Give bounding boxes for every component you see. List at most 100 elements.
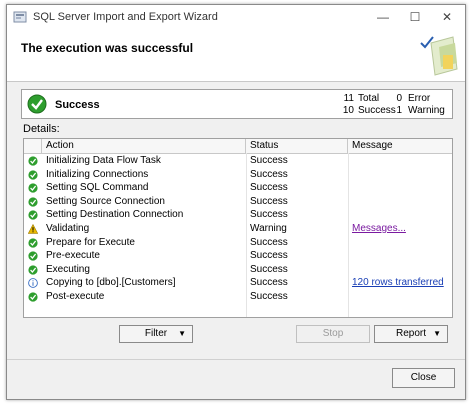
stop-button[interactable]: Stop <box>296 325 370 343</box>
status-cell: Success <box>250 250 288 262</box>
wizard-banner-icon <box>420 36 458 76</box>
summary-counts-left: 11 10 <box>340 93 354 117</box>
details-grid: Action Status Message Initializing Data … <box>23 138 453 318</box>
message-cell[interactable]: Messages... <box>348 222 452 236</box>
message-cell[interactable]: 120 rows transferred <box>348 276 452 290</box>
action-cell: Post-execute <box>46 291 105 302</box>
table-row[interactable]: Setting Source Connection Success <box>24 195 452 209</box>
success-icon <box>28 156 38 166</box>
message-cell <box>348 195 452 209</box>
column-header-status[interactable]: Status <box>246 139 348 153</box>
status-cell: Success <box>250 236 288 248</box>
page-title: The execution was successful <box>21 41 194 55</box>
close-button[interactable]: Close <box>392 368 455 388</box>
success-label: Success <box>358 105 396 116</box>
action-cell: Setting Source Connection <box>46 195 165 207</box>
error-label: Error <box>408 93 431 104</box>
status-cell: Success <box>250 168 288 180</box>
caret-down-icon: ▼ <box>433 329 441 338</box>
status-cell: Success <box>250 182 288 194</box>
window-title: SQL Server Import and Export Wizard <box>33 11 218 23</box>
total-label: Total <box>358 93 380 104</box>
error-count: 0 <box>396 93 402 104</box>
report-button-label: Report <box>395 328 426 339</box>
table-row[interactable]: Validating Warning Messages... <box>24 222 452 236</box>
success-icon <box>28 237 38 248</box>
grid-header: Action Status Message <box>24 139 452 154</box>
success-icon <box>28 169 38 180</box>
maximize-icon[interactable]: ☐ <box>401 7 429 27</box>
total-count: 11 <box>343 93 354 104</box>
filter-button-label: Filter <box>144 328 168 339</box>
message-cell <box>348 154 452 168</box>
close-button-label: Close <box>410 372 437 383</box>
action-cell: Copying to [dbo].[Customers] <box>46 277 176 289</box>
summary-labels-right: Error Warning <box>408 93 445 117</box>
action-cell: Validating <box>46 223 90 234</box>
report-button[interactable]: Report ▼ <box>374 325 448 343</box>
message-link[interactable]: 120 rows transferred <box>352 277 444 288</box>
warning-icon <box>28 224 38 234</box>
action-cell: Prepare for Execute <box>46 236 135 248</box>
success-icon <box>28 183 38 193</box>
message-cell <box>348 290 452 304</box>
details-label: Details: <box>23 123 60 135</box>
column-header-message[interactable]: Message <box>348 139 452 153</box>
table-row[interactable]: Copying to [dbo].[Customers] Success 120 r… <box>24 276 452 290</box>
success-icon <box>28 292 38 302</box>
message-cell <box>348 181 452 195</box>
success-icon <box>28 197 38 207</box>
message-cell <box>348 236 452 250</box>
status-cell: Warning <box>250 223 287 234</box>
message-cell <box>348 168 452 182</box>
table-row[interactable]: Pre-execute Success <box>24 249 452 263</box>
status-cell: Success <box>250 195 288 207</box>
status-cell: Success <box>250 263 288 275</box>
table-row[interactable]: Executing Success <box>24 263 452 277</box>
wizard-header: The execution was successful <box>7 29 465 82</box>
header-icon-column <box>24 139 42 153</box>
message-cell <box>348 249 452 263</box>
message-cell <box>348 263 452 277</box>
message-cell <box>348 208 452 222</box>
summary-counts-right: 0 1 <box>394 93 402 117</box>
success-icon <box>28 210 38 220</box>
table-row[interactable]: Prepare for Execute Success <box>24 236 452 250</box>
close-window-icon[interactable]: ✕ <box>433 7 461 27</box>
info-icon <box>28 278 38 289</box>
column-header-action[interactable]: Action <box>42 139 246 153</box>
success-icon <box>28 265 38 275</box>
success-large-icon <box>27 94 47 114</box>
message-link[interactable]: Messages... <box>352 223 406 234</box>
wizard-app-icon <box>13 11 27 23</box>
status-cell: Success <box>250 209 288 221</box>
footer-divider <box>7 359 465 360</box>
summary-status: Success <box>55 99 100 111</box>
warning-count: 1 <box>396 105 402 116</box>
warning-label: Warning <box>408 105 445 116</box>
caret-down-icon: ▼ <box>178 329 186 338</box>
action-cell: Setting SQL Command <box>46 182 149 194</box>
summary-labels-left: Total Success <box>358 93 396 117</box>
success-icon <box>28 251 38 261</box>
table-row[interactable]: Post-execute Success <box>24 290 452 304</box>
minimize-icon[interactable]: — <box>369 7 397 27</box>
execution-summary: Success 11 10 Total Success 0 1 Error Wa… <box>21 89 453 119</box>
status-cell: Success <box>250 155 288 166</box>
status-cell: Success <box>250 291 288 302</box>
status-cell: Success <box>250 277 288 289</box>
action-cell: Initializing Data Flow Task <box>46 155 161 166</box>
success-count: 10 <box>342 105 354 116</box>
table-row[interactable]: Initializing Connections Success <box>24 168 452 182</box>
action-cell: Pre-execute <box>46 250 100 262</box>
filter-button[interactable]: Filter ▼ <box>119 325 193 343</box>
action-cell: Setting Destination Connection <box>46 209 184 221</box>
wizard-window: SQL Server Import and Export Wizard — ☐ … <box>6 4 466 400</box>
table-row[interactable]: Setting Destination Connection Success <box>24 208 452 222</box>
action-cell: Initializing Connections <box>46 168 149 180</box>
action-cell: Executing <box>46 263 90 275</box>
table-row[interactable]: Setting SQL Command Success <box>24 181 452 195</box>
title-bar[interactable]: SQL Server Import and Export Wizard — ☐ … <box>7 5 465 29</box>
table-row[interactable]: Initializing Data Flow Task Success <box>24 154 452 168</box>
stop-button-label: Stop <box>322 328 344 339</box>
